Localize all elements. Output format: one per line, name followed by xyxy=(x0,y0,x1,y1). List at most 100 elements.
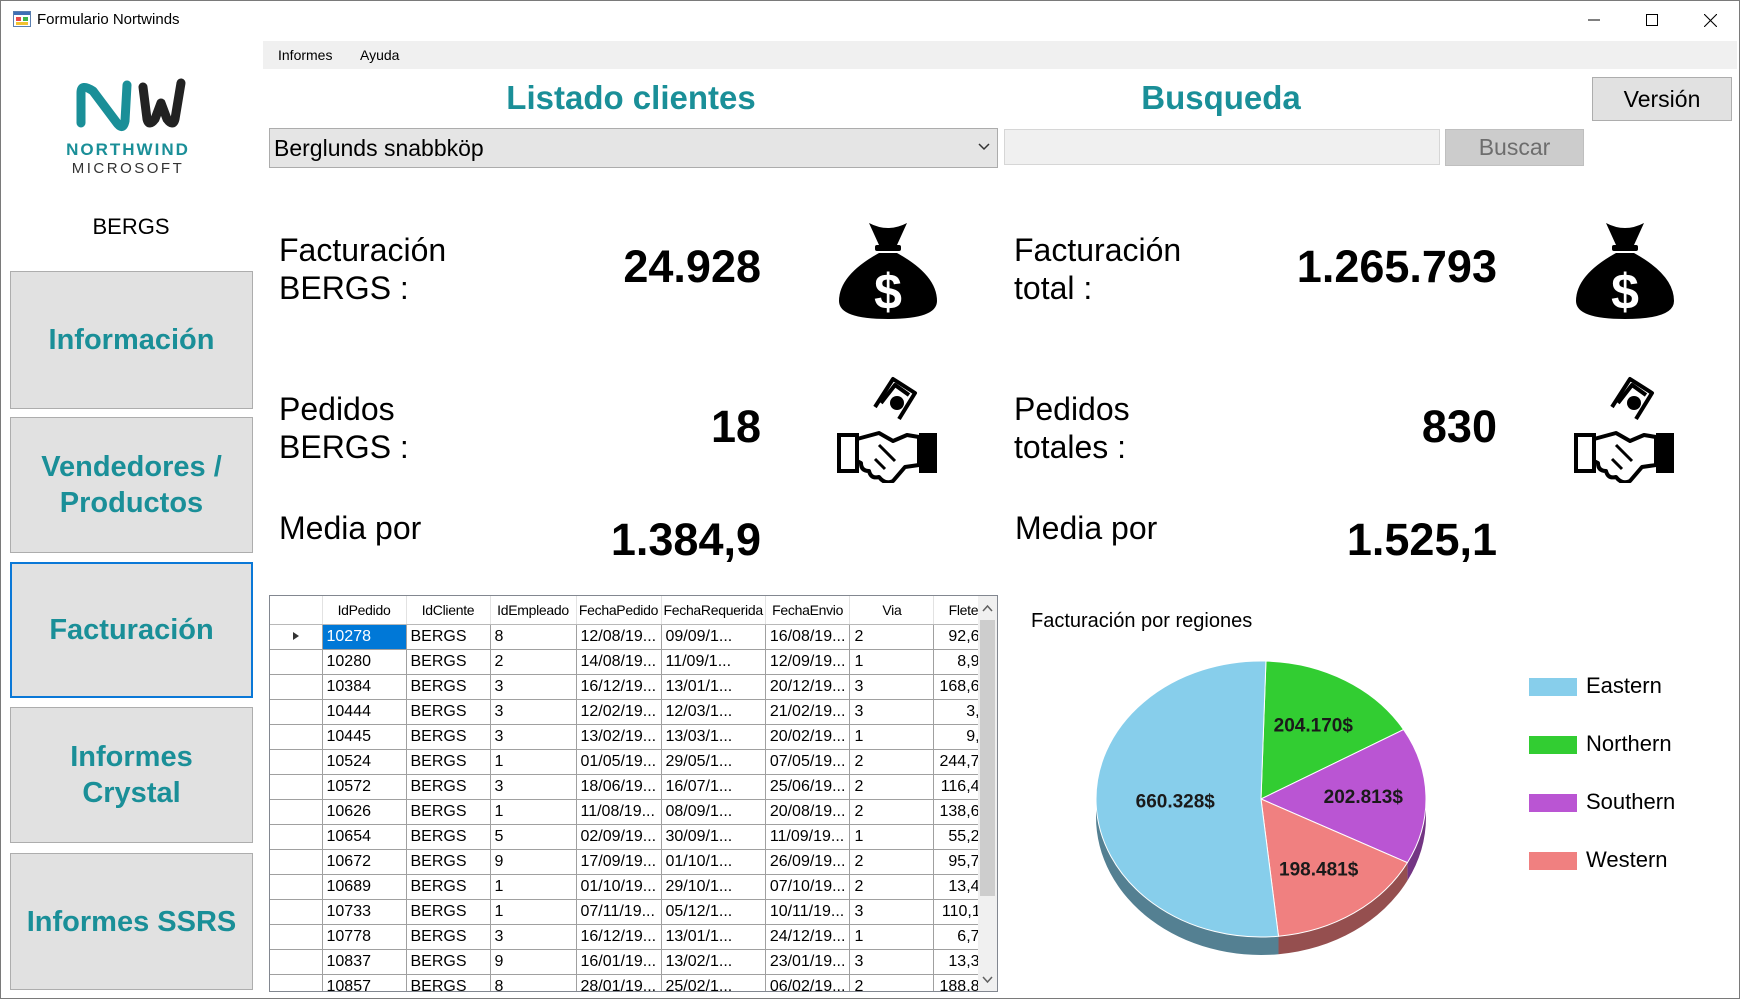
table-row[interactable]: 10654 BERGS 5 02/09/19... 30/09/1... 11/09/19… xyxy=(270,824,994,850)
table-cell[interactable]: 20/08/19... xyxy=(765,799,851,825)
table-row[interactable]: 10626 BERGS 1 11/08/19... 08/09/1... 20/08/19… xyxy=(270,799,994,825)
table-row[interactable]: 10524 BERGS 1 01/05/19... 29/05/1... 07/05/19… xyxy=(270,749,994,775)
table-cell[interactable]: 2 xyxy=(849,974,935,991)
table-cell[interactable]: 2 xyxy=(849,849,935,875)
row-header[interactable] xyxy=(270,874,323,900)
table-cell[interactable]: 3 xyxy=(490,674,577,700)
column-header[interactable]: IdEmpleado xyxy=(490,596,577,625)
table-cell[interactable]: 2 xyxy=(849,874,935,900)
menu-ayuda[interactable]: Ayuda xyxy=(360,47,399,63)
table-cell[interactable]: 12/02/19... xyxy=(576,699,662,725)
row-header[interactable] xyxy=(270,724,323,750)
column-header[interactable]: Via xyxy=(849,596,935,625)
table-row[interactable]: 10857 BERGS 8 28/01/19... 25/02/1... 06/02/19… xyxy=(270,974,994,991)
table-cell[interactable]: 3 xyxy=(849,699,935,725)
table-cell[interactable]: 10837 xyxy=(322,949,407,975)
search-input[interactable] xyxy=(1004,129,1440,165)
table-cell[interactable]: 13/01/1... xyxy=(661,674,766,700)
table-cell[interactable]: BERGS xyxy=(406,774,491,800)
table-cell[interactable]: 10857 xyxy=(322,974,407,991)
scrollbar-thumb[interactable] xyxy=(980,620,995,896)
table-cell[interactable]: 09/09/1... xyxy=(661,624,766,650)
column-header[interactable]: FechaRequerida xyxy=(661,596,766,625)
table-cell[interactable]: 5 xyxy=(490,824,577,850)
table-cell[interactable]: 21/02/19... xyxy=(765,699,851,725)
scroll-up-icon[interactable] xyxy=(982,604,993,612)
table-cell[interactable]: 13/02/1... xyxy=(661,949,766,975)
table-cell[interactable]: 3 xyxy=(849,674,935,700)
table-row[interactable]: 10778 BERGS 3 16/12/19... 13/01/1... 24/12/19… xyxy=(270,924,994,950)
table-cell[interactable]: 05/12/1... xyxy=(661,899,766,925)
orders-grid[interactable]: IdPedido IdCliente IdEmpleado FechaPedid… xyxy=(269,595,998,992)
table-cell[interactable]: 11/08/19... xyxy=(576,799,662,825)
table-cell[interactable]: 29/05/1... xyxy=(661,749,766,775)
close-button[interactable] xyxy=(1681,1,1739,39)
table-cell[interactable]: 20/02/19... xyxy=(765,724,851,750)
row-header[interactable] xyxy=(270,924,323,950)
informacion-button[interactable]: Información xyxy=(10,271,253,409)
scroll-down-icon[interactable] xyxy=(982,976,993,984)
table-cell[interactable]: BERGS xyxy=(406,824,491,850)
table-cell[interactable]: 1 xyxy=(490,874,577,900)
table-cell[interactable]: 16/07/1... xyxy=(661,774,766,800)
table-cell[interactable]: 23/01/19... xyxy=(765,949,851,975)
table-cell[interactable]: 1 xyxy=(849,924,935,950)
table-cell[interactable]: 1 xyxy=(849,824,935,850)
table-cell[interactable]: BERGS xyxy=(406,874,491,900)
maximize-button[interactable] xyxy=(1623,1,1681,39)
row-header[interactable] xyxy=(270,799,323,825)
table-cell[interactable]: 10280 xyxy=(322,649,407,675)
table-row[interactable]: 10572 BERGS 3 18/06/19... 16/07/1... 25/06/19… xyxy=(270,774,994,800)
table-cell[interactable]: 1 xyxy=(849,724,935,750)
table-cell[interactable]: 10689 xyxy=(322,874,407,900)
buscar-button[interactable]: Buscar xyxy=(1445,129,1584,166)
table-cell[interactable]: 10626 xyxy=(322,799,407,825)
table-row[interactable]: 10384 BERGS 3 16/12/19... 13/01/1... 20/12/19… xyxy=(270,674,994,700)
table-cell[interactable]: 18/06/19... xyxy=(576,774,662,800)
table-cell[interactable]: 10384 xyxy=(322,674,407,700)
customer-select[interactable]: Berglunds snabbköp xyxy=(269,128,998,168)
table-cell[interactable]: 24/12/19... xyxy=(765,924,851,950)
table-cell[interactable]: BERGS xyxy=(406,699,491,725)
row-header[interactable] xyxy=(270,699,323,725)
table-row[interactable]: 10445 BERGS 3 13/02/19... 13/03/1... 20/02/19… xyxy=(270,724,994,750)
vendedores-productos-button[interactable]: Vendedores / Productos xyxy=(10,417,253,553)
table-cell[interactable]: BERGS xyxy=(406,799,491,825)
table-cell[interactable]: 8 xyxy=(490,974,577,991)
table-cell[interactable]: 28/01/19... xyxy=(576,974,662,991)
table-cell[interactable]: 3 xyxy=(490,699,577,725)
table-cell[interactable]: 2 xyxy=(849,749,935,775)
column-header[interactable]: IdCliente xyxy=(406,596,491,625)
table-row[interactable]: 10689 BERGS 1 01/10/19... 29/10/1... 07/10/19… xyxy=(270,874,994,900)
table-cell[interactable]: 3 xyxy=(849,949,935,975)
row-header[interactable] xyxy=(270,649,323,675)
table-cell[interactable]: 01/05/19... xyxy=(576,749,662,775)
row-header[interactable] xyxy=(270,974,323,991)
table-cell[interactable]: 10778 xyxy=(322,924,407,950)
table-cell[interactable]: 10733 xyxy=(322,899,407,925)
menu-informes[interactable]: Informes xyxy=(278,47,332,63)
table-cell[interactable]: 1 xyxy=(490,749,577,775)
minimize-button[interactable] xyxy=(1565,1,1623,39)
row-header[interactable] xyxy=(270,674,323,700)
table-cell[interactable]: 13/01/1... xyxy=(661,924,766,950)
table-cell[interactable]: BERGS xyxy=(406,974,491,991)
table-cell[interactable]: 01/10/19... xyxy=(576,874,662,900)
table-cell[interactable]: 07/10/19... xyxy=(765,874,851,900)
row-header[interactable] xyxy=(270,899,323,925)
table-cell[interactable]: 12/03/1... xyxy=(661,699,766,725)
table-cell[interactable]: BERGS xyxy=(406,674,491,700)
column-header[interactable]: IdPedido xyxy=(322,596,407,625)
table-cell[interactable]: 17/09/19... xyxy=(576,849,662,875)
table-cell[interactable]: 2 xyxy=(490,649,577,675)
table-cell[interactable]: 10672 xyxy=(322,849,407,875)
table-cell[interactable]: 10278 xyxy=(322,624,407,650)
row-header[interactable] xyxy=(270,624,323,650)
table-cell[interactable]: 3 xyxy=(490,924,577,950)
grid-vertical-scrollbar[interactable] xyxy=(978,596,997,991)
version-button[interactable]: Versión xyxy=(1592,77,1732,121)
table-row[interactable]: 10280 BERGS 2 14/08/19... 11/09/1... 12/09/19… xyxy=(270,649,994,675)
table-cell[interactable]: 12/09/19... xyxy=(765,649,851,675)
table-cell[interactable]: 16/12/19... xyxy=(576,674,662,700)
table-cell[interactable]: 9 xyxy=(490,949,577,975)
